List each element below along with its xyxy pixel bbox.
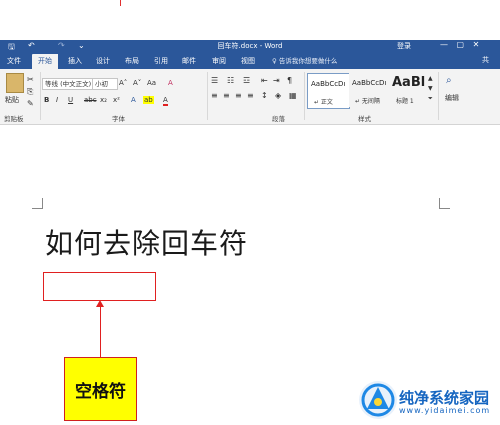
font-color-button[interactable]: A <box>163 96 168 106</box>
find-icon[interactable]: ⌕ <box>446 75 452 86</box>
tab-home[interactable]: 开始 <box>32 54 58 69</box>
watermark-logo-icon <box>359 381 397 419</box>
red-marker-line <box>120 0 121 6</box>
divider <box>304 72 305 120</box>
style-sample-text: AaBbCcDı <box>311 80 346 88</box>
font-group-label: 字体 <box>112 115 125 123</box>
justify-icon[interactable]: ≡ <box>247 91 254 100</box>
tab-insert[interactable]: 插入 <box>64 54 86 69</box>
style-sample-text: AaBl <box>392 75 426 90</box>
styles-scroll-down-icon[interactable]: ▼ <box>428 85 433 92</box>
arrow-line <box>100 305 101 358</box>
clipboard-group-label: 剪贴板 <box>4 115 24 123</box>
strikethrough-button[interactable]: abc <box>84 96 97 104</box>
style-sample-text: AaBbCcDı <box>352 79 387 87</box>
paste-icon[interactable] <box>6 73 24 93</box>
watermark-url: www.yidaimei.com <box>399 406 491 415</box>
format-painter-icon[interactable]: ✎ <box>27 99 34 108</box>
ribbon-tab-bar: 文件 开始 插入 设计 布局 引用 邮件 审阅 视图 ♀ 告诉我你想要做什么 共 <box>0 52 500 69</box>
underline-button[interactable]: U <box>68 96 73 104</box>
shrink-font-button[interactable]: A˅ <box>133 79 141 87</box>
minimize-icon[interactable]: — <box>440 40 451 49</box>
annotation-label: 空格符 <box>75 381 126 402</box>
close-icon[interactable]: ✕ <box>473 40 483 49</box>
numbering-icon[interactable]: ☷ <box>227 76 234 85</box>
align-center-icon[interactable]: ≡ <box>223 91 230 100</box>
space-highlight-box <box>43 272 156 301</box>
line-spacing-icon[interactable]: ↕ <box>261 91 268 100</box>
multilevel-list-icon[interactable]: ☲ <box>243 76 250 85</box>
paste-button[interactable]: 粘贴 <box>5 95 19 105</box>
ribbon-gap <box>0 125 500 135</box>
window-title: 回车符.docx - Word <box>217 42 283 50</box>
increase-indent-icon[interactable]: ⇥ <box>273 76 280 85</box>
watermark-text: 纯净系统家园 <box>399 389 490 407</box>
cut-icon[interactable]: ✂ <box>27 75 34 84</box>
paragraph-group-label: 段落 <box>272 115 285 123</box>
superscript-button[interactable]: x² <box>113 96 120 104</box>
title-bar: 🖫 ↶ ↷ ⌄ 回车符.docx - Word 登录 — ▢ ✕ <box>0 40 500 52</box>
grow-font-button[interactable]: A˄ <box>119 79 127 87</box>
text-effects-button[interactable]: A <box>131 96 136 104</box>
highlight-button[interactable]: ab <box>143 96 154 104</box>
style-normal[interactable]: AaBbCcDı ↵ 正文 <box>307 73 350 109</box>
font-size-dropdown[interactable]: 小初 <box>92 78 118 90</box>
tab-references[interactable]: 引用 <box>150 54 172 69</box>
divider <box>438 72 439 120</box>
decrease-indent-icon[interactable]: ⇤ <box>261 76 268 85</box>
annotation-callout: 空格符 <box>64 357 137 421</box>
style-heading-1[interactable]: AaBl 标题 1 <box>390 73 426 107</box>
document-heading[interactable]: 如何去除回车符 <box>45 222 248 262</box>
editing-button[interactable]: 编辑 <box>445 93 459 103</box>
style-name-text: 标题 1 <box>396 98 414 105</box>
divider <box>207 72 208 120</box>
show-marks-icon[interactable]: ¶ <box>287 76 292 85</box>
top-blank-area <box>0 0 500 40</box>
share-button[interactable]: 共 <box>482 55 489 65</box>
change-case-button[interactable]: Aa <box>147 79 156 87</box>
restore-icon[interactable]: ▢ <box>457 40 468 49</box>
bullets-icon[interactable]: ☰ <box>211 76 218 85</box>
italic-button[interactable]: I <box>56 96 58 104</box>
window-controls: — ▢ ✕ <box>440 40 482 49</box>
align-right-icon[interactable]: ≡ <box>235 91 242 100</box>
copy-icon[interactable]: ⎘ <box>27 87 33 97</box>
margin-corner-mark <box>439 198 450 209</box>
tab-view[interactable]: 视图 <box>237 54 259 69</box>
subscript-button[interactable]: x₂ <box>100 96 107 104</box>
styles-group-label: 样式 <box>358 115 371 123</box>
borders-icon[interactable]: ▦ <box>289 91 297 100</box>
tab-layout[interactable]: 布局 <box>121 54 143 69</box>
style-no-spacing[interactable]: AaBbCcDı ↵ 无间隔 <box>349 73 389 107</box>
styles-scroll-up-icon[interactable]: ▲ <box>428 75 433 82</box>
divider <box>40 72 41 120</box>
font-name-dropdown[interactable]: 等线 (中文正文) <box>42 78 94 90</box>
tab-design[interactable]: 设计 <box>92 54 114 69</box>
ribbon-home: 粘贴 ✂ ⎘ ✎ 剪贴板 等线 (中文正文) 小初 A˄ A˅ Aa A B I… <box>0 69 500 125</box>
style-name-text: ↵ 正文 <box>314 99 333 106</box>
sign-in-link[interactable]: 登录 <box>397 41 411 51</box>
shading-icon[interactable]: ◈ <box>275 91 281 100</box>
tell-me-search[interactable]: ♀ 告诉我你想要做什么 <box>272 55 337 65</box>
style-name-text: ↵ 无间隔 <box>355 98 380 105</box>
tab-review[interactable]: 审阅 <box>208 54 230 69</box>
bold-button[interactable]: B <box>44 96 49 104</box>
tab-file[interactable]: 文件 <box>4 54 24 69</box>
clear-formatting-button[interactable]: A <box>168 79 173 87</box>
margin-corner-mark <box>32 198 43 209</box>
styles-more-icon[interactable]: ⏷ <box>428 95 433 103</box>
align-left-icon[interactable]: ≡ <box>211 91 218 100</box>
tab-mailings[interactable]: 邮件 <box>178 54 200 69</box>
